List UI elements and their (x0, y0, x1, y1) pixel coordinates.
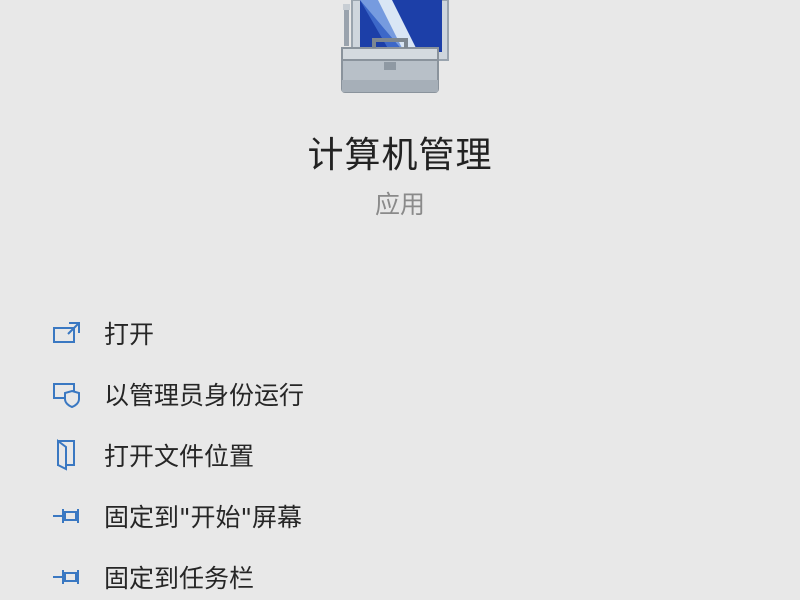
run-as-admin-shield-icon (48, 375, 86, 413)
action-list: 打开 以管理员身份运行 打开文件位置 固定到"开始"屏幕 固定到任务栏 (40, 302, 780, 600)
pin-icon (48, 558, 86, 596)
action-label-pin-to-start: 固定到"开始"屏幕 (104, 502, 302, 532)
app-title: 计算机管理 (307, 135, 493, 176)
context-panel: 计算机管理 应用 打开 以管理员身份运行 打开文件位置 固定到"开始"屏幕 固定… (0, 0, 800, 600)
pin-icon (48, 497, 86, 535)
action-pin-to-taskbar[interactable]: 固定到任务栏 (40, 546, 780, 600)
action-label-run-as-admin: 以管理员身份运行 (104, 380, 305, 410)
file-location-icon (48, 436, 86, 474)
action-open-file-location[interactable]: 打开文件位置 (40, 424, 780, 485)
computer-management-icon (330, 0, 460, 104)
action-label-pin-to-taskbar: 固定到任务栏 (104, 563, 255, 593)
open-icon (48, 314, 86, 352)
action-open[interactable]: 打开 (40, 302, 780, 363)
action-run-as-admin[interactable]: 以管理员身份运行 (40, 363, 780, 424)
action-pin-to-start[interactable]: 固定到"开始"屏幕 (40, 485, 780, 546)
action-label-open: 打开 (104, 319, 155, 349)
app-subtitle: 应用 (374, 190, 425, 219)
action-label-open-file-location: 打开文件位置 (104, 441, 255, 471)
